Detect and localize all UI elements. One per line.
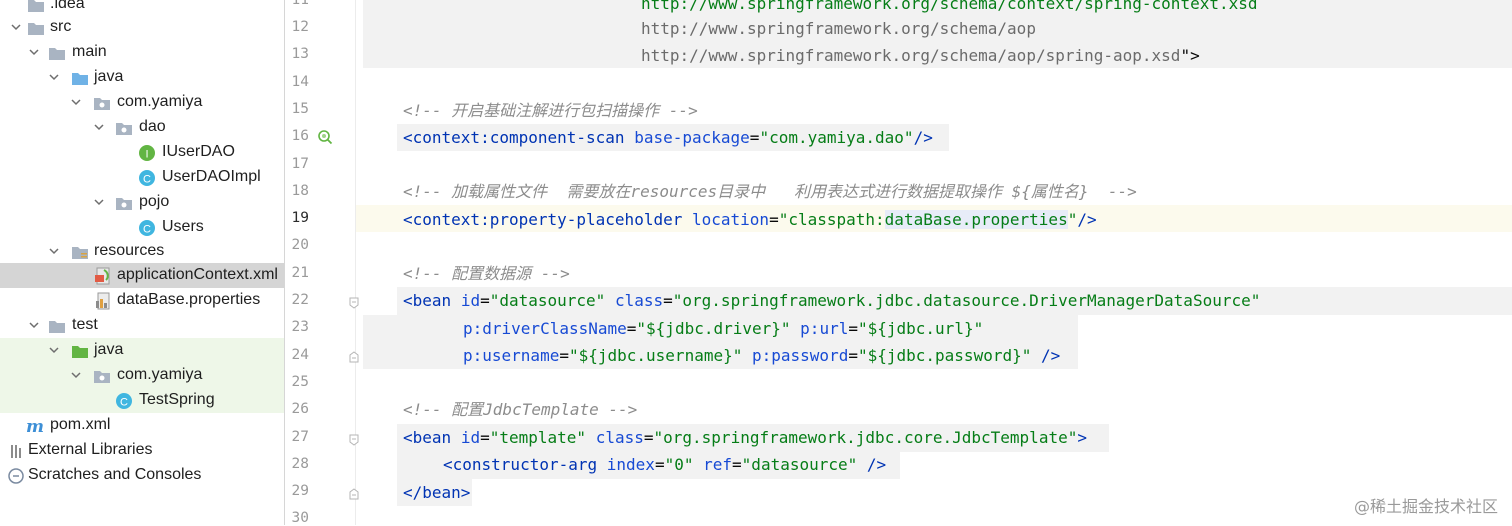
code-line-15: <!-- 开启基础注解进行包扫描操作 --> (403, 101, 698, 120)
svg-text:I: I (145, 149, 148, 161)
tree-item-pojo[interactable]: pojo (0, 190, 284, 215)
line-number: 16 (291, 128, 309, 144)
line-number: 18 (291, 183, 309, 199)
code-line-27: <bean id="template" class="org.springfra… (403, 428, 1087, 447)
tree-item-test[interactable]: test (0, 313, 284, 338)
class-icon: C (115, 392, 133, 410)
folder-icon (27, 19, 45, 37)
tree-item-test-com-yamiya[interactable]: com.yamiya (0, 363, 284, 388)
tree-item-scratches-and-consoles[interactable]: Scratches and Consoles (0, 463, 284, 488)
code-line-13: http://www.springframework.org/schema/ao… (641, 46, 1200, 65)
spring-xml-icon (94, 267, 112, 285)
line-number: 28 (291, 456, 309, 472)
svg-text:C: C (143, 224, 151, 236)
code-line-19: <context:property-placeholder location="… (403, 210, 1097, 229)
spring-bean-scan-icon[interactable] (316, 128, 334, 146)
properties-file-icon (94, 292, 112, 310)
chevron-down-icon[interactable] (49, 72, 59, 82)
line-number: 21 (291, 265, 309, 281)
class-icon: C (138, 169, 156, 187)
tree-item-test-java[interactable]: java (0, 338, 284, 363)
tree-item-main[interactable]: main (0, 40, 284, 65)
line-number: 13 (291, 46, 309, 62)
tree-item-external-libraries[interactable]: External Libraries (0, 438, 284, 463)
package-icon (115, 119, 133, 137)
code-line-23: p:driverClassName="${jdbc.driver}" p:url… (463, 319, 984, 338)
line-number: 14 (291, 74, 309, 90)
chevron-down-icon[interactable] (11, 22, 21, 32)
chevron-down-icon[interactable] (29, 320, 39, 330)
code-line-12: http://www.springframework.org/schema/ao… (641, 19, 1036, 38)
interface-icon: I (138, 144, 156, 162)
tree-item-users[interactable]: C Users (0, 215, 284, 240)
svg-text:C: C (143, 174, 151, 186)
libraries-icon (10, 442, 28, 460)
code-line-21: <!-- 配置数据源 --> (403, 264, 570, 283)
scratches-icon (8, 467, 26, 485)
chevron-down-icon[interactable] (94, 122, 104, 132)
tree-item-application-context-xml[interactable]: applicationContext.xml (0, 263, 284, 288)
svg-text:m: m (26, 417, 44, 435)
line-number: 17 (291, 156, 309, 172)
chevron-down-icon[interactable] (94, 197, 104, 207)
tree-item-src[interactable]: src (0, 15, 284, 40)
maven-icon: m (25, 417, 44, 435)
svg-text:C: C (120, 397, 128, 409)
line-number-current: 19 (291, 210, 309, 226)
chevron-down-icon[interactable] (49, 246, 59, 256)
code-line-26: <!-- 配置JdbcTemplate --> (403, 400, 638, 419)
line-number: 12 (291, 19, 309, 35)
tree-item-resources[interactable]: resources (0, 239, 284, 264)
chevron-down-icon[interactable] (49, 345, 59, 355)
test-source-folder-icon (71, 342, 89, 360)
code-line-28: <constructor-arg index="0" ref="datasour… (443, 455, 887, 474)
line-number: 11 (291, 0, 309, 8)
code-line-18: <!-- 加载属性文件 需要放在resources目录中 利用表达式进行数据提取… (403, 182, 1137, 201)
line-number: 24 (291, 347, 309, 363)
chevron-down-icon[interactable] (29, 47, 39, 57)
file-reference-link[interactable]: dataBase.properties (884, 210, 1068, 229)
tree-item-dao[interactable]: dao (0, 115, 284, 140)
line-number: 15 (291, 101, 309, 117)
code-line-22: <bean id="datasource" class="org.springf… (403, 291, 1261, 310)
folder-icon (48, 44, 66, 62)
tree-item-database-properties[interactable]: dataBase.properties (0, 288, 284, 313)
line-number: 23 (291, 319, 309, 335)
tree-item-iuserdao[interactable]: I IUserDAO (0, 140, 284, 165)
tree-item-java[interactable]: java (0, 65, 284, 90)
line-number: 22 (291, 292, 309, 308)
code-line-24: p:username="${jdbc.username}" p:password… (463, 346, 1061, 365)
line-number: 25 (291, 374, 309, 390)
package-icon (115, 194, 133, 212)
tree-item-testspring[interactable]: C TestSpring (0, 388, 284, 413)
package-icon (93, 94, 111, 112)
folder-icon (48, 317, 66, 335)
folder-icon (27, 0, 45, 14)
line-number: 20 (291, 237, 309, 253)
code-line-29: </bean> (403, 483, 471, 502)
resources-folder-icon (71, 243, 89, 261)
chevron-down-icon[interactable] (71, 370, 81, 380)
line-number: 27 (291, 429, 309, 445)
code-line-16: <context:component-scan base-package="co… (403, 128, 933, 147)
chevron-down-icon[interactable] (71, 97, 81, 107)
line-number: 29 (291, 483, 309, 499)
tree-item-com-yamiya[interactable]: com.yamiya (0, 90, 284, 115)
source-folder-icon (71, 69, 89, 87)
project-tree: .idea src main java com.yamiya dao I IUs… (0, 0, 284, 525)
line-number: 26 (291, 401, 309, 417)
package-icon (93, 367, 111, 385)
tree-item-userdaoimpl[interactable]: C UserDAOImpl (0, 165, 284, 190)
watermark: @稀土掘金技术社区 (1353, 497, 1498, 516)
line-number: 30 (291, 510, 309, 526)
tree-item-pom-xml[interactable]: m pom.xml (0, 413, 284, 438)
class-icon: C (138, 219, 156, 237)
